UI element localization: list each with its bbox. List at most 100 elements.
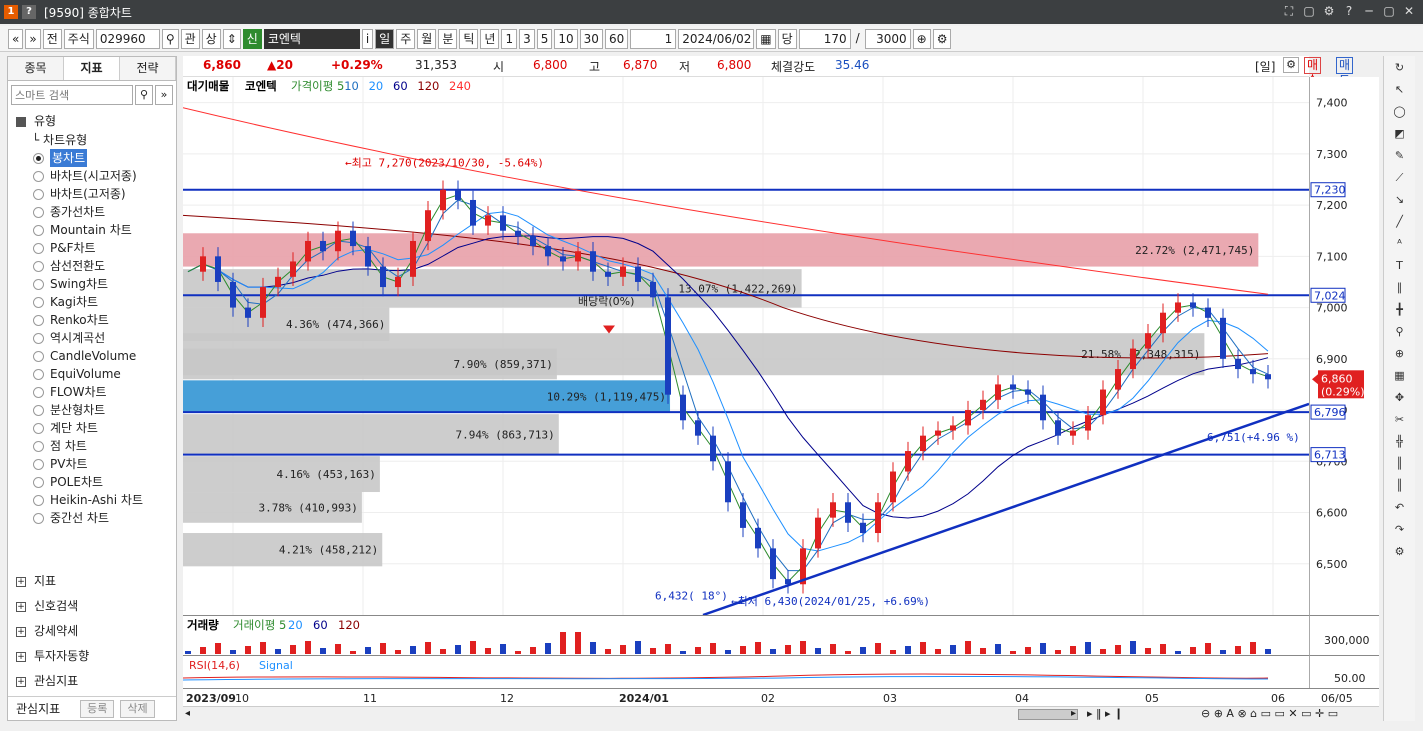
scroll-right-icon[interactable]: ▸ [1071,708,1076,719]
period-day[interactable]: 일 [375,28,395,49]
zoom-icon[interactable]: ⊕ [912,28,931,49]
cursor-icon[interactable]: ↖ [1389,80,1411,100]
search-icon[interactable]: ⚲ [161,28,179,49]
scroll-left-icon[interactable]: ◂ [185,708,190,719]
undo-icon[interactable]: ↶ [1389,498,1411,518]
volume-panel[interactable]: 거래량 거래이평 5 20 60 120 [183,615,1309,655]
register-button[interactable]: 등록 [80,699,115,718]
circle-icon[interactable]: ◯ [1389,102,1411,122]
section-signal[interactable]: + 신호검색 [8,594,176,619]
radio-icon[interactable] [33,440,44,452]
radio-icon[interactable] [33,404,44,416]
question-icon[interactable]: ? [1341,3,1357,19]
restore-icon[interactable]: ▢ [1301,3,1317,19]
chart-type-14[interactable]: 분산형차트 [8,401,176,419]
price-axis[interactable]: 7,4007,3007,2007,1007,0006,9006,8006,700… [1309,77,1379,615]
chart-type-19[interactable]: Heikin-Ashi 차트 [8,491,176,509]
rsi-panel[interactable]: RSI(14,6) Signal [182,655,1309,688]
scroll-thumb[interactable] [1018,709,1078,720]
pen-icon[interactable]: ✎ [1389,146,1411,166]
chart-type-18[interactable]: POLE차트 [8,473,176,491]
chart-type-13[interactable]: FLOW차트 [8,383,176,401]
radio-icon[interactable] [33,242,44,254]
tab-strategy[interactable]: 전략 [120,57,176,80]
radio-icon[interactable] [33,188,44,200]
radio-icon[interactable] [33,350,44,362]
radio-icon[interactable] [33,458,44,470]
radio-icon[interactable] [33,206,44,218]
gear-icon[interactable]: ⚙ [932,28,952,49]
chart-type-1[interactable]: 바차트(시고저종) [8,167,176,185]
chart-type-3[interactable]: 종가선차트 [8,203,176,221]
chart-type-10[interactable]: 역시계곡선 [8,329,176,347]
chart-type-16[interactable]: 점 차트 [8,437,176,455]
interval-10[interactable]: 10 [554,28,578,49]
chart-type-6[interactable]: 삼선전환도 [8,257,176,275]
section-type[interactable]: 유형 [8,111,176,131]
period-week[interactable]: 주 [396,28,416,49]
radio-icon[interactable] [33,386,44,398]
line-tool-icon[interactable]: ⟋ [1389,168,1411,188]
spin-icon[interactable]: ⇕ [222,28,241,49]
grid-icon[interactable]: ▦ [1389,366,1411,386]
radio-icon[interactable] [33,422,44,434]
ray-icon[interactable]: ↘ [1389,190,1411,210]
minimize-icon[interactable]: ─ [1361,3,1377,19]
expand-icon[interactable]: » [155,85,173,105]
radio-icon[interactable] [33,260,44,272]
chart-icon[interactable]: ◩ [1389,124,1411,144]
chart-type-0[interactable]: 봉차트 [8,149,176,167]
period-tick[interactable]: 틱 [459,28,479,49]
section-strength[interactable]: + 강세약세 [8,619,176,644]
total-input[interactable]: 3000 [864,28,911,49]
chart-type-5[interactable]: P&F차트 [8,239,176,257]
maximize-icon[interactable]: ▢ [1381,3,1397,19]
chart-type-2[interactable]: 바차트(고저종) [8,185,176,203]
gwan-button[interactable]: 관 [180,28,200,49]
candle-tool-icon[interactable]: ╋ [1389,300,1411,320]
date-input[interactable]: 2024/06/02 [678,28,755,49]
scissors-icon[interactable]: ✂ [1389,410,1411,430]
settings-icon[interactable]: ⚙ [1321,3,1337,19]
radio-icon[interactable] [33,368,44,380]
help-icon[interactable]: ? [22,5,36,19]
period-month[interactable]: 월 [417,28,437,49]
chart-type-17[interactable]: PV차트 [8,455,176,473]
sell-button[interactable]: 매도 [1336,57,1354,87]
info-button[interactable]: i [361,28,374,49]
count-select[interactable]: 1 [630,28,677,49]
smart-search-input[interactable] [11,85,133,105]
interval-60[interactable]: 60 [604,28,629,49]
zoom-in-icon[interactable]: ⊕ [1389,344,1411,364]
buy-button[interactable]: 매수 [1304,57,1322,87]
play-controls-icon[interactable]: ▸ ‖ ▸ ❙ [1087,707,1123,720]
chart-type-9[interactable]: Renko차트 [8,311,176,329]
calendar-icon[interactable]: ▦ [756,28,776,49]
chart-type-15[interactable]: 계단 차트 [8,419,176,437]
chart-type-8[interactable]: Kagi차트 [8,293,176,311]
radio-icon[interactable] [33,332,44,344]
bars-input[interactable]: 170 [798,28,851,49]
delete-button[interactable]: 삭제 [120,699,155,718]
radio-icon[interactable] [33,224,44,236]
radio-icon[interactable] [33,512,44,524]
magnify-icon[interactable]: ⚲ [1389,322,1411,342]
period-minute[interactable]: 분 [438,28,458,49]
sang-button[interactable]: 상 [201,28,221,49]
redo-icon[interactable]: ↷ [1389,520,1411,540]
interval-5[interactable]: 5 [536,28,553,49]
section-investor[interactable]: + 투자자동향 [8,644,176,669]
radio-icon[interactable] [33,476,44,488]
close-icon[interactable]: ✕ [1401,3,1417,19]
text-icon[interactable]: T [1389,256,1411,276]
market-select[interactable]: 주식 [63,28,94,49]
price-chart[interactable]: 21.58% (2,348,315) 22.72% (2,471,745) 13.0… [182,77,1310,617]
stock-name[interactable]: 코엔텍 [263,28,360,49]
section-indicator[interactable]: + 지표 [8,569,176,594]
zoom-controls-icon[interactable]: ⊖ ⊕ A ⊗ ⌂ ▭ ▭ ✕ ▭ ✛ ▭ [1201,707,1338,720]
chart-type-12[interactable]: EquiVolume [8,365,176,383]
radio-icon[interactable] [33,152,44,164]
bars2-icon[interactable]: ║ [1389,476,1411,496]
interval-3[interactable]: 3 [519,28,535,49]
section-favorite[interactable]: + 관심지표 [8,669,176,694]
